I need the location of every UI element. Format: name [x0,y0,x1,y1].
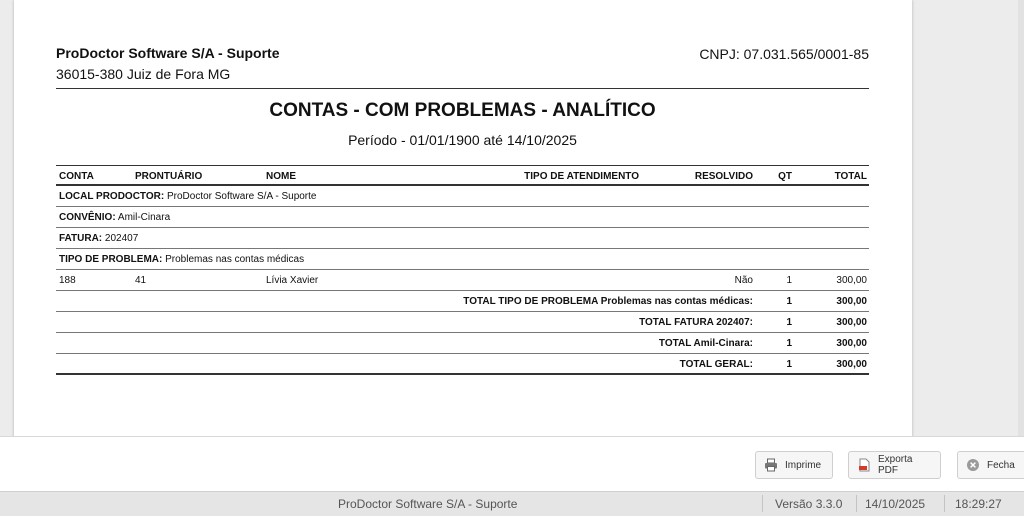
group-value: Amil-Cinara [117,212,171,223]
group-row-convenio: CONVÊNIO: Amil-Cinara [56,207,869,228]
company-cnpj: CNPJ: 07.031.565/0001-85 [699,46,869,62]
viewer-scrollbar[interactable] [1018,0,1024,436]
total-value: 300,00 [836,317,867,328]
cell-prontuario: 41 [135,275,147,286]
cell-qt: 1 [786,275,792,286]
total-row: TOTAL FATURA 202407: 1 300,00 [56,312,869,333]
status-bar: ProDoctor Software S/A - Suporte Versão … [0,491,1024,516]
cell-total: 300,00 [836,275,867,286]
total-qt: 1 [786,296,792,307]
status-version: Versão 3.3.0 [775,497,843,511]
export-pdf-button[interactable]: Exporta PDF [848,451,941,479]
col-header-prontuario: PRONTUÁRIO [135,171,203,182]
company-name: ProDoctor Software S/A - Suporte [56,45,280,61]
col-header-nome: NOME [266,171,296,182]
group-label: LOCAL PRODOCTOR: [59,191,165,202]
cell-resolvido: Não [734,275,753,286]
status-divider [856,495,857,512]
group-label: CONVÊNIO: [59,212,116,223]
group-label: FATURA: [59,233,103,244]
close-button[interactable]: Fecha [957,451,1024,479]
print-button[interactable]: Imprime [755,451,833,479]
status-divider [944,495,945,512]
report-viewer: ProDoctor Software S/A - Suporte 36015-3… [0,0,1024,436]
col-header-resolvido: RESOLVIDO [694,171,753,182]
cell-nome: Lívia Xavier [266,275,319,286]
table-row: 188 41 Lívia Xavier Não 1 300,00 [56,270,869,291]
print-label: Imprime [785,459,822,471]
total-label: TOTAL Amil-Cinara: [658,338,753,349]
total-row: TOTAL Amil-Cinara: 1 300,00 [56,333,869,354]
total-label: TOTAL GERAL: [679,359,753,370]
cell-conta: 188 [59,275,76,286]
group-value: Problemas nas contas médicas [165,254,305,265]
total-qt: 1 [786,317,792,328]
status-time: 18:29:27 [955,497,1002,511]
col-header-total: TOTAL [834,171,867,182]
total-value: 300,00 [836,338,867,349]
export-pdf-label: Exporta PDF [878,454,913,476]
group-value: ProDoctor Software S/A - Suporte [166,191,317,202]
group-label: TIPO DE PROBLEMA: [59,254,163,265]
col-header-qt: QT [778,171,792,182]
company-address: 36015-380 Juiz de Fora MG [56,66,231,82]
action-toolbar: Imprime Exporta PDF Fecha [0,436,1024,491]
header-divider [56,88,869,89]
report-title: CONTAS - COM PROBLEMAS - ANALÍTICO [269,100,656,121]
status-company: ProDoctor Software S/A - Suporte [338,497,518,511]
total-qt: 1 [786,359,792,370]
report-table: CONTA PRONTUÁRIO NOME TIPO DE ATENDIMENT… [56,165,869,375]
close-circle-icon [966,458,980,472]
group-row-fatura: FATURA: 202407 [56,228,869,249]
total-label: TOTAL FATURA 202407: [639,317,753,328]
col-header-tipo: TIPO DE ATENDIMENTO [524,171,639,182]
status-divider [762,495,763,512]
total-row: TOTAL TIPO DE PROBLEMA Problemas nas con… [56,291,869,312]
total-value: 300,00 [836,359,867,370]
total-value: 300,00 [836,296,867,307]
printer-icon [764,458,778,472]
status-date: 14/10/2025 [865,497,926,511]
col-header-conta: CONTA [59,171,94,182]
report-period: Período - 01/01/1900 até 14/10/2025 [348,132,577,148]
total-label: TOTAL TIPO DE PROBLEMA Problemas nas con… [463,296,753,307]
group-value: 202407 [104,233,139,244]
table-header-row: CONTA PRONTUÁRIO NOME TIPO DE ATENDIMENT… [56,165,869,186]
grand-total-row: TOTAL GERAL: 1 300,00 [56,354,869,375]
group-row-problema: TIPO DE PROBLEMA: Problemas nas contas m… [56,249,869,270]
total-qt: 1 [786,338,792,349]
group-row-local: LOCAL PRODOCTOR: ProDoctor Software S/A … [56,186,869,207]
report-page: ProDoctor Software S/A - Suporte 36015-3… [14,0,912,436]
pdf-icon [857,458,871,472]
close-label: Fecha [987,459,1015,471]
